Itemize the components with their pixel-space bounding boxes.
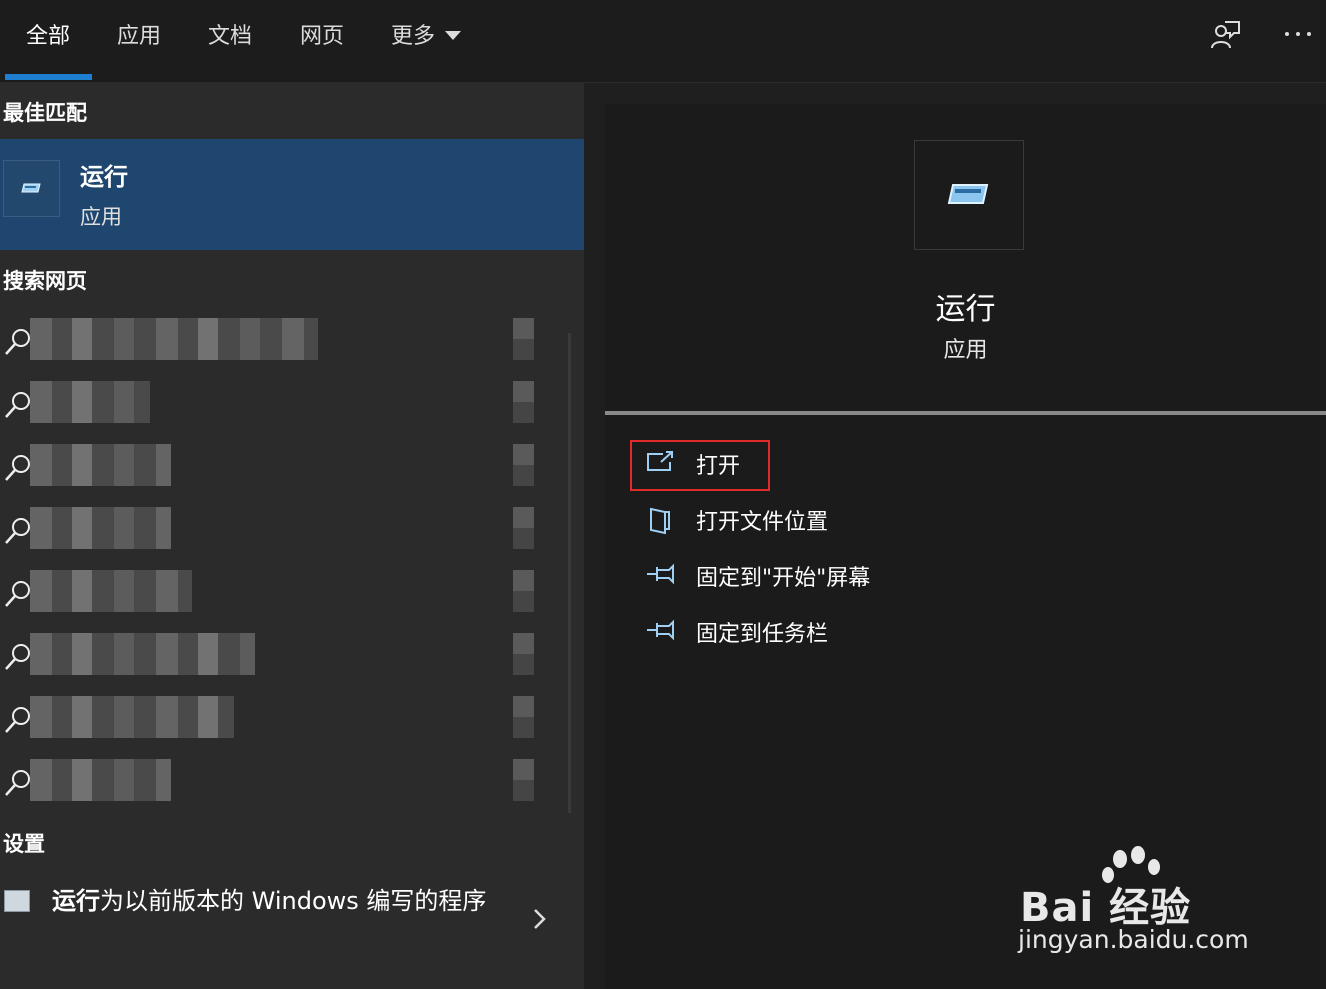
search-icon	[3, 768, 33, 802]
blurred-suffix	[513, 633, 534, 675]
blurred-query	[30, 570, 192, 612]
web-result-row[interactable]	[0, 693, 570, 749]
pin-icon	[645, 618, 677, 646]
search-icon	[3, 453, 33, 487]
blurred-suffix	[513, 507, 534, 549]
settings-result-bold: 运行	[52, 887, 100, 915]
detail-divider	[605, 411, 1326, 415]
tab-more[interactable]: 更多	[391, 18, 462, 50]
chevron-down-icon	[445, 30, 462, 40]
more-options-icon[interactable]	[1284, 24, 1314, 48]
settings-result-text: 运行为以前版本的 Windows 编写的程序	[52, 884, 492, 919]
results-scrollbar[interactable]	[568, 333, 571, 813]
open-action-label: 打开	[696, 454, 741, 479]
blurred-query	[30, 633, 255, 675]
pin-to-taskbar-label: 固定到任务栏	[696, 622, 829, 647]
best-match-type: 应用	[80, 205, 122, 229]
web-result-row[interactable]	[0, 756, 570, 812]
web-result-row[interactable]	[0, 567, 570, 623]
blurred-query	[30, 318, 318, 360]
feedback-icon[interactable]	[1208, 18, 1242, 56]
search-icon	[3, 516, 33, 550]
blurred-suffix	[513, 696, 534, 738]
search-icon	[3, 705, 33, 739]
open-file-location-label: 打开文件位置	[696, 510, 829, 535]
blurred-suffix	[513, 759, 534, 801]
detail-app-type: 应用	[943, 338, 988, 363]
file-location-icon	[645, 506, 675, 540]
search-icon	[3, 390, 33, 424]
tab-web[interactable]: 网页	[300, 18, 344, 50]
best-match-heading: 最佳匹配	[3, 101, 87, 125]
settings-heading: 设置	[3, 832, 45, 856]
open-icon	[645, 450, 675, 478]
pin-to-start-action[interactable]: 固定到"开始"屏幕	[645, 554, 945, 598]
web-result-row[interactable]	[0, 378, 570, 434]
blurred-query	[30, 444, 171, 486]
web-result-row[interactable]	[0, 630, 570, 686]
run-app-icon	[3, 160, 60, 217]
blurred-suffix	[513, 444, 534, 486]
results-panel: 最佳匹配 运行 应用 搜索网页 设置 运行为以前版本的 Windows 编写的程…	[0, 83, 584, 989]
top-tab-bar: 全部 应用 文档 网页 更多	[0, 0, 1326, 83]
active-tab-indicator	[5, 74, 92, 80]
settings-result-item[interactable]: 运行为以前版本的 Windows 编写的程序	[0, 878, 584, 958]
chevron-right-icon[interactable]	[530, 906, 550, 936]
search-icon	[3, 579, 33, 613]
compatibility-settings-icon	[4, 890, 30, 912]
search-icon	[3, 642, 33, 676]
search-icon	[3, 327, 33, 361]
blurred-query	[30, 696, 234, 738]
pin-to-taskbar-action[interactable]: 固定到任务栏	[645, 610, 945, 654]
open-action[interactable]: 打开	[645, 442, 945, 486]
blurred-suffix	[513, 570, 534, 612]
watermark-url: jingyan.baidu.com	[1018, 925, 1249, 954]
blurred-query	[30, 507, 171, 549]
blurred-query	[30, 381, 150, 423]
detail-app-title: 运行	[935, 292, 996, 327]
web-result-row[interactable]	[0, 504, 570, 560]
blurred-query	[30, 759, 171, 801]
run-app-large-icon	[914, 140, 1024, 250]
web-search-heading: 搜索网页	[3, 269, 87, 293]
settings-result-rest: 为以前版本的 Windows 编写的程序	[100, 887, 487, 915]
blurred-suffix	[513, 318, 534, 360]
best-match-item[interactable]: 运行 应用	[0, 139, 584, 250]
blurred-suffix	[513, 381, 534, 423]
best-match-title: 运行	[80, 163, 128, 191]
tab-more-label: 更多	[391, 24, 436, 49]
tab-all[interactable]: 全部	[26, 18, 70, 50]
pin-icon	[645, 562, 677, 590]
web-result-row[interactable]	[0, 315, 570, 371]
baidu-jingyan-watermark: Bai 经验 jingyan.baidu.com	[1015, 845, 1305, 975]
web-result-row[interactable]	[0, 441, 570, 497]
tab-apps[interactable]: 应用	[117, 18, 161, 50]
pin-to-start-label: 固定到"开始"屏幕	[696, 566, 871, 591]
tab-documents[interactable]: 文档	[208, 18, 252, 50]
open-file-location-action[interactable]: 打开文件位置	[645, 498, 945, 542]
